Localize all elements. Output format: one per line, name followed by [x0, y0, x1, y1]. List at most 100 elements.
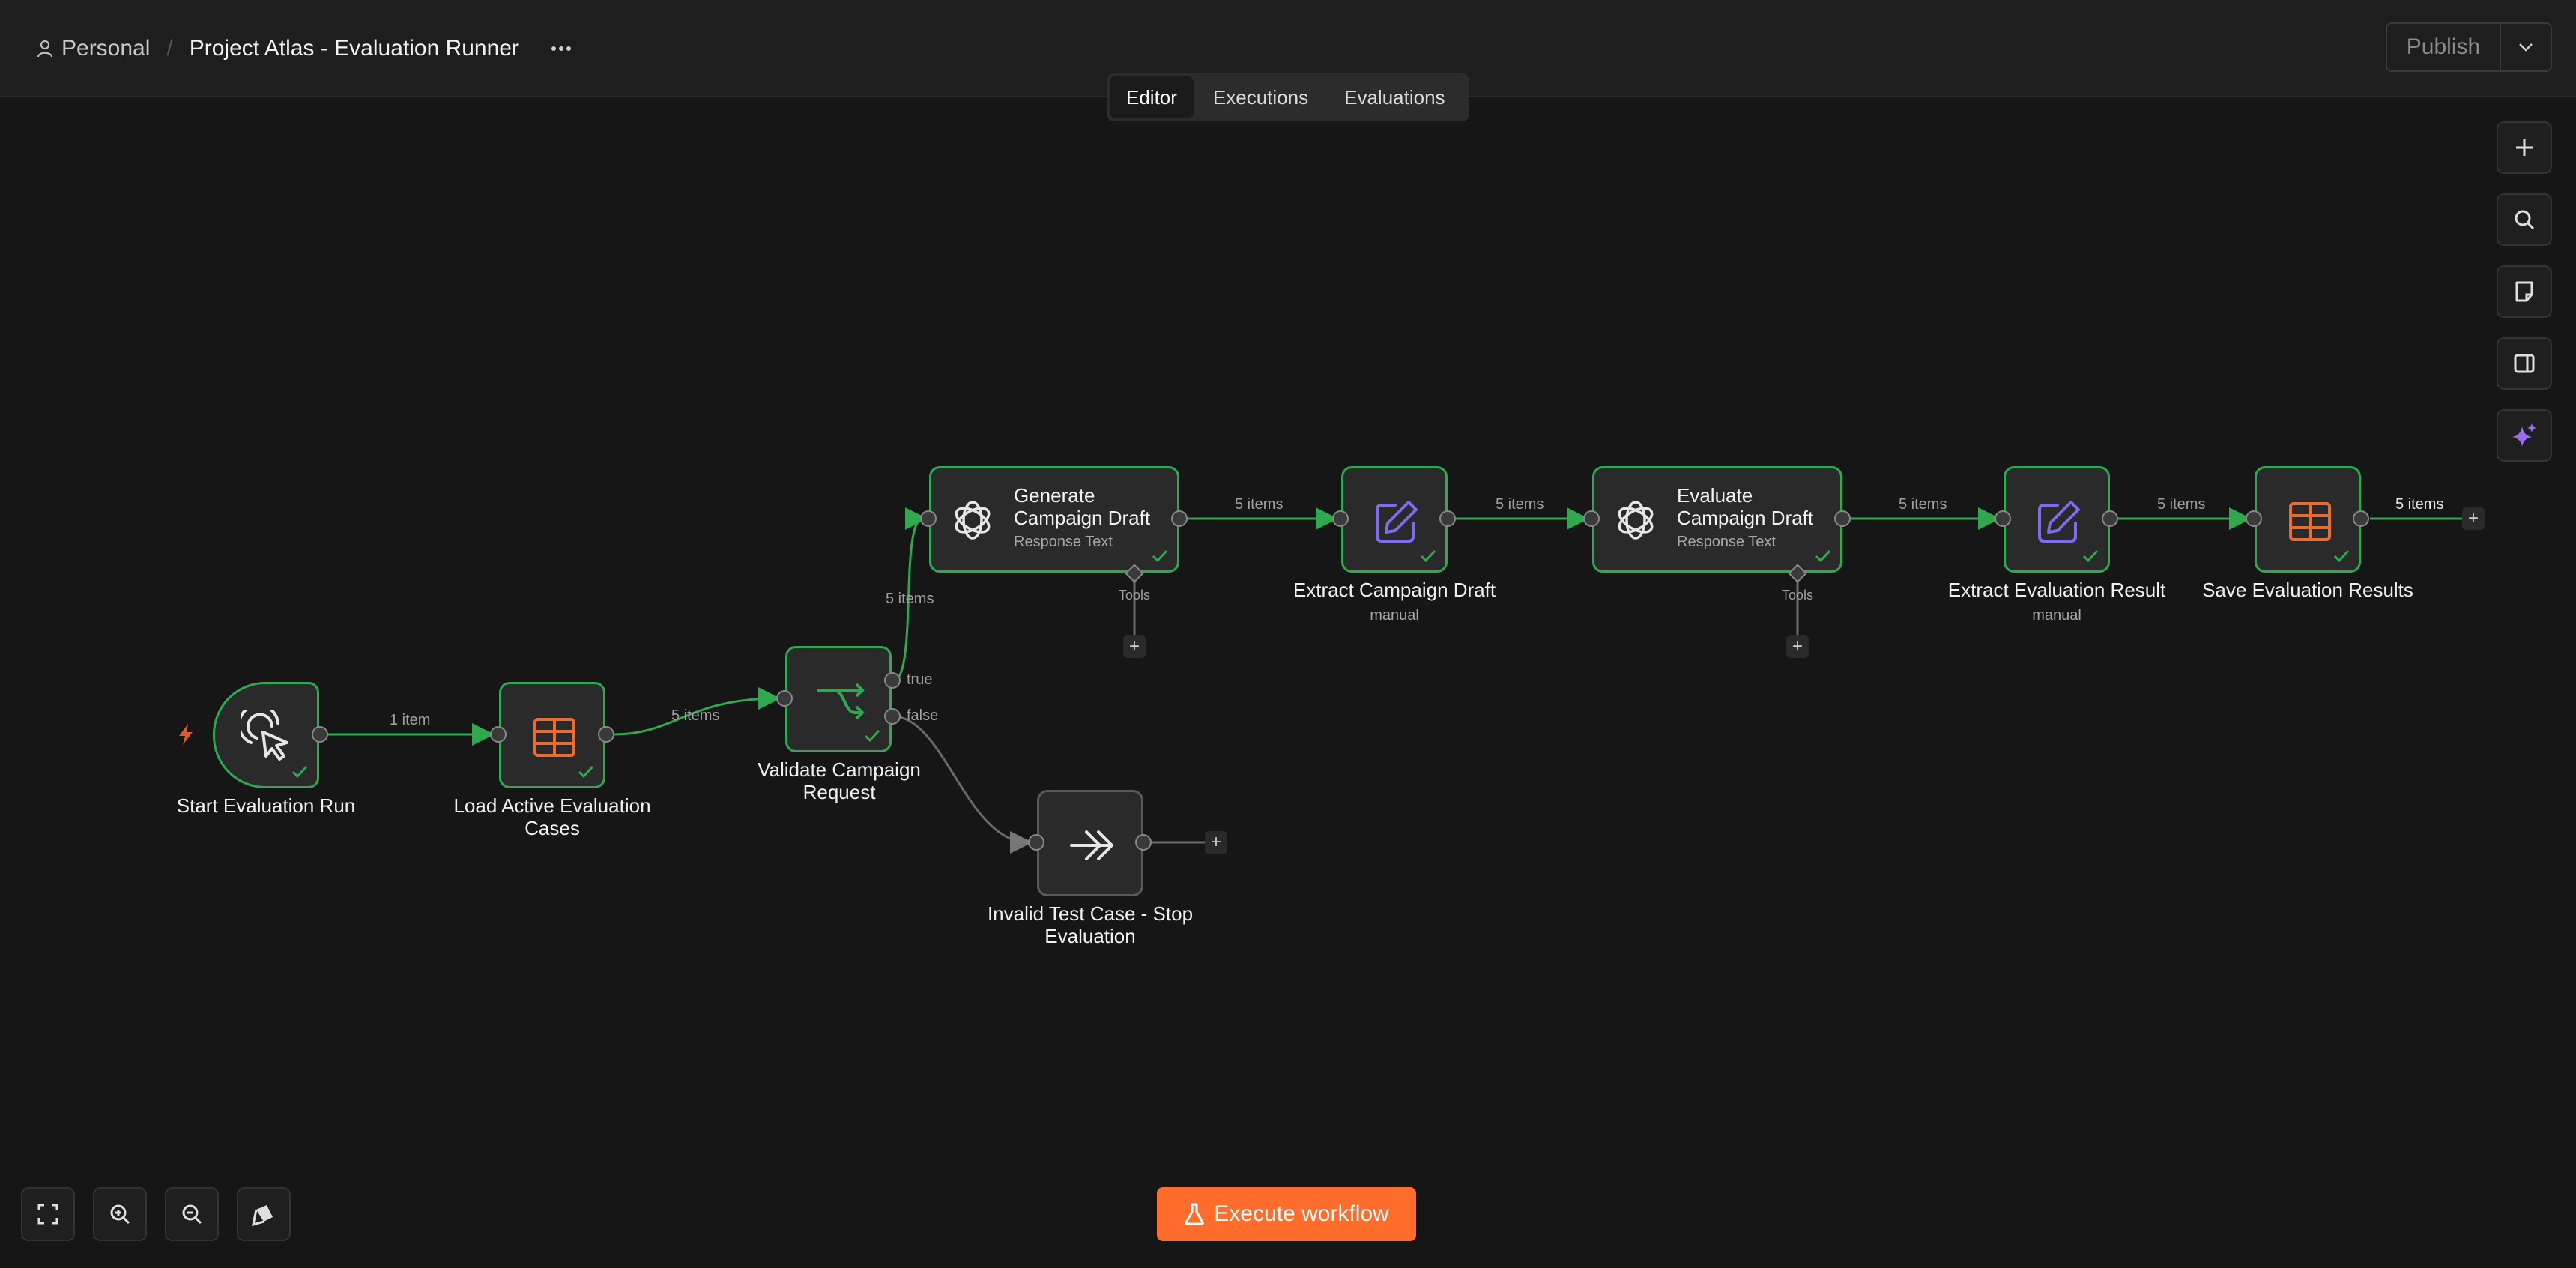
node-extract-campaign-draft[interactable]: [1341, 466, 1448, 573]
output-port[interactable]: [312, 726, 328, 743]
edit-icon: [2038, 501, 2080, 543]
table-icon: [2289, 502, 2331, 541]
execute-label: Execute workflow: [1214, 1201, 1389, 1226]
node-label: Save Evaluation Results: [2202, 579, 2413, 601]
node-subtitle: manual: [1370, 607, 1419, 624]
add-sticky-note-button[interactable]: [2497, 265, 2552, 318]
check-icon: [864, 729, 880, 743]
search-nodes-button[interactable]: [2497, 193, 2552, 246]
execute-workflow-button[interactable]: Execute workflow: [1157, 1187, 1416, 1241]
edge-label: 1 item: [390, 712, 431, 728]
true-branch-label: true: [907, 671, 933, 688]
output-port[interactable]: [1135, 834, 1152, 851]
node-start-evaluation-run[interactable]: [213, 682, 319, 788]
publish-group: Publish: [2386, 22, 2552, 72]
edge-label: 5 items: [1235, 496, 1284, 513]
add-node-button[interactable]: +: [2462, 507, 2485, 530]
edge-label: 5 items: [886, 591, 934, 607]
node-subtitle: manual: [2032, 607, 2081, 624]
plus-icon: [2516, 139, 2533, 156]
panel-icon: [2514, 354, 2535, 373]
edge-label: 5 items: [1496, 496, 1544, 513]
add-node-button[interactable]: +: [1205, 831, 1227, 854]
check-icon: [2082, 549, 2099, 563]
publish-button[interactable]: Publish: [2387, 24, 2500, 70]
output-port[interactable]: [1171, 510, 1188, 527]
add-tool-button[interactable]: +: [1786, 635, 1809, 658]
zoom-out-icon: [182, 1204, 202, 1225]
edge-label: 5 items: [1899, 496, 1947, 513]
add-tool-button[interactable]: +: [1123, 635, 1146, 658]
node-title-line-2: Campaign Draft: [1677, 507, 1814, 529]
openai-icon: [1618, 501, 1654, 540]
output-port-false[interactable]: [884, 708, 901, 725]
output-port[interactable]: [2353, 510, 2369, 527]
node-validate-campaign-request[interactable]: [785, 646, 892, 752]
chevron-down-icon: [2519, 43, 2533, 52]
node-invalid-test-case[interactable]: [1037, 790, 1143, 896]
edit-icon: [1376, 501, 1418, 543]
node-extract-evaluation-result[interactable]: [2004, 466, 2110, 573]
node-label-line-1: Load Active Evaluation: [453, 794, 651, 817]
breadcrumb-workspace[interactable]: Personal: [61, 36, 150, 61]
person-icon: [37, 40, 53, 58]
tools-label: Tools: [1119, 588, 1151, 603]
breadcrumb-separator: /: [166, 36, 173, 61]
node-label: Extract Campaign Draft: [1292, 579, 1496, 601]
output-port[interactable]: [1439, 510, 1456, 527]
tools-label: Tools: [1782, 588, 1814, 603]
output-port[interactable]: [598, 726, 614, 743]
input-port[interactable]: [1995, 510, 2011, 527]
cursor-click-icon: [241, 710, 288, 761]
check-icon: [291, 765, 308, 779]
if-branch-icon: [817, 683, 865, 720]
toggle-panel-button[interactable]: [2497, 337, 2552, 390]
table-icon: [533, 718, 575, 757]
check-icon: [578, 765, 594, 779]
lightning-icon: [179, 724, 193, 745]
double-arrow-icon: [1070, 830, 1113, 860]
node-subtitle: Response Text: [1677, 534, 1776, 550]
output-port[interactable]: [2102, 510, 2118, 527]
ai-assistant-button[interactable]: [2497, 409, 2552, 462]
workflow-title[interactable]: Project Atlas - Evaluation Runner: [190, 36, 519, 61]
cleanup-icon: [252, 1205, 273, 1226]
input-port[interactable]: [776, 690, 793, 707]
input-port[interactable]: [1332, 510, 1349, 527]
zoom-in-icon: [110, 1204, 130, 1225]
publish-dropdown-button[interactable]: [2500, 24, 2551, 70]
input-port[interactable]: [490, 726, 507, 743]
more-dots-icon: [551, 46, 571, 51]
node-save-evaluation-results[interactable]: [2255, 466, 2361, 573]
node-label-line-1: Invalid Test Case - Stop: [987, 902, 1194, 925]
edge-label: 5 items: [671, 707, 720, 724]
zoom-out-button[interactable]: [165, 1187, 219, 1241]
connections-layer: [327, 507, 2462, 854]
node-load-active-evaluation-cases[interactable]: [499, 682, 605, 788]
more-options-button[interactable]: [544, 33, 578, 64]
ai-sparkle-icon: [2512, 423, 2536, 447]
node-label-line-2: Cases: [524, 817, 580, 839]
check-icon: [1420, 549, 1436, 563]
openai-icon: [955, 501, 991, 540]
fit-view-button[interactable]: [21, 1187, 75, 1241]
node-subtitle: Response Text: [1014, 534, 1113, 550]
zoom-in-button[interactable]: [93, 1187, 147, 1241]
output-port-true[interactable]: [884, 672, 901, 689]
input-port[interactable]: [2246, 510, 2262, 527]
input-port[interactable]: [920, 510, 937, 527]
node-title-line-1: Generate: [1014, 484, 1095, 507]
breadcrumb: Personal / Project Atlas - Evaluation Ru…: [34, 33, 519, 64]
add-node-toolbar-button[interactable]: [2497, 121, 2552, 174]
node-label-line-2: Request: [802, 781, 876, 803]
input-port[interactable]: [1583, 510, 1600, 527]
check-icon: [1152, 549, 1168, 563]
check-icon: [1815, 549, 1831, 563]
node-label-line-2: Evaluation: [1044, 925, 1136, 947]
workflow-canvas[interactable]: Start Evaluation Run Load Active Evaluat…: [0, 99, 2576, 1268]
output-port[interactable]: [1834, 510, 1851, 527]
input-port[interactable]: [1028, 834, 1044, 851]
tidy-up-button[interactable]: [237, 1187, 291, 1241]
search-icon: [2515, 210, 2535, 230]
node-label: Extract Evaluation Result: [1947, 579, 2166, 601]
